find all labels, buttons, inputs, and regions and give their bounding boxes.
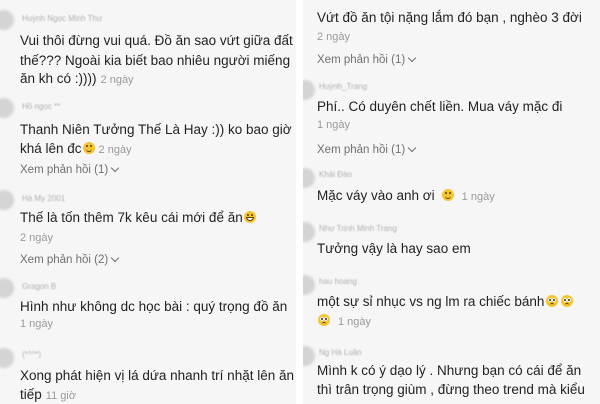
pleading-face-icon: [318, 314, 330, 326]
view-replies-button[interactable]: Xem phản hồi (1): [20, 163, 120, 176]
chevron-down-icon: [110, 163, 120, 173]
comment-text: Phí.. Có duyên chết liền. Mua váy mặc đi: [317, 99, 563, 114]
comment-text: ăn kh có :)))) 2 ngày: [20, 71, 134, 86]
chevron-down-icon: [407, 143, 417, 153]
comment-text: thì trân trọng giùm , đừng theo trend mà…: [317, 382, 585, 397]
comment-text: Mặc váy vào anh ơi 1 ngày: [317, 188, 495, 203]
comment-text: Mình k có ý dạo lý . Nhưng bạn có cái để…: [317, 363, 582, 378]
comment-username[interactable]: (*^^*): [22, 350, 41, 359]
comment-text: một sự sỉ nhục vs ng lm ra chiếc bánh: [317, 292, 574, 312]
chevron-down-icon: [110, 253, 120, 263]
relieved-face-icon: [82, 142, 95, 154]
avatar[interactable]: [0, 10, 14, 30]
avatar[interactable]: [0, 348, 14, 368]
relieved-face-icon: [441, 189, 454, 201]
comment-text: 1 ngày: [317, 311, 371, 332]
avatar[interactable]: [303, 80, 315, 100]
comment-time: 1 ngày: [20, 318, 54, 330]
comment-time: 1 ngày: [461, 191, 495, 203]
view-replies-button[interactable]: Xem phản hồi (1): [317, 53, 417, 66]
comment-time: 2 ngày: [20, 232, 54, 244]
avatar[interactable]: [303, 168, 315, 188]
comment-time: 2 ngày: [100, 74, 134, 86]
avatar[interactable]: [0, 190, 14, 210]
comment-text: thế??? Ngoài kia biết bao nhiêu người mi…: [20, 53, 291, 68]
comment-time: 2 ngày: [98, 144, 132, 156]
comment-text: Hình như không dc học bài : quý trọng đồ…: [20, 299, 288, 314]
comment-text: khá lên đc 2 ngày: [20, 141, 132, 156]
avatar[interactable]: [303, 275, 315, 295]
avatar[interactable]: [0, 98, 14, 118]
pleading-face-icon: [546, 295, 559, 307]
comment-time: 11 giờ: [45, 390, 77, 402]
comment-username[interactable]: Hồ ngọc **: [22, 102, 60, 111]
comment-username[interactable]: Như Trịnh Minh Trang: [319, 224, 397, 233]
comment-username[interactable]: Khải Đào: [319, 170, 352, 179]
comment-username[interactable]: Gragon B: [22, 282, 56, 291]
avatar[interactable]: [303, 222, 315, 242]
avatar[interactable]: [303, 346, 315, 366]
comment-time: 1 ngày: [317, 119, 351, 131]
comment-username[interactable]: Huỳnh Ngọc Minh Thư: [22, 14, 102, 23]
comment-username[interactable]: Hà My 2001: [22, 194, 65, 203]
view-replies-button[interactable]: Xem phản hồi (1): [317, 143, 417, 156]
panel-divider: [296, 0, 303, 404]
view-replies-button[interactable]: Xem phản hồi (2): [20, 253, 120, 266]
comment-username[interactable]: Huỳnh_Trang: [319, 82, 367, 91]
comment-text: Thanh Niên Tưởng Thế Là Hay :)) ko bao g…: [20, 122, 292, 137]
comment-username[interactable]: Ng Hà Luân: [319, 348, 362, 357]
comment-text: Thế là tốn thêm 7k kêu cái mới để ăn: [20, 208, 256, 228]
avatar[interactable]: [0, 278, 14, 298]
grinning-face-icon: [243, 211, 256, 223]
comment-text: Vứt đồ ăn tội nặng lắm đó bạn , nghèo 3 …: [317, 10, 582, 25]
comment-text: Vui thôi đừng vui quá. Đồ ăn sao vứt giữ…: [20, 33, 293, 48]
comment-time: 2 ngày: [317, 31, 351, 43]
comments-panel-left[interactable]: Huỳnh Ngọc Minh Thư Vui thôi đừng vui qu…: [0, 0, 296, 404]
comment-text: Tưởng vậy là hay sao em: [317, 241, 471, 256]
comment-text: Xong phát hiện vị lá dứa nhanh trí nhặt …: [20, 368, 294, 383]
comment-time: 1 ngày: [338, 316, 372, 328]
comment-text: tiếp 11 giờ: [20, 387, 77, 402]
chevron-down-icon: [407, 53, 417, 63]
comments-panel-right[interactable]: Vứt đồ ăn tội nặng lắm đó bạn , nghèo 3 …: [303, 0, 600, 404]
pleading-face-icon: [561, 295, 574, 307]
comment-username[interactable]: hau hoang: [319, 277, 357, 286]
